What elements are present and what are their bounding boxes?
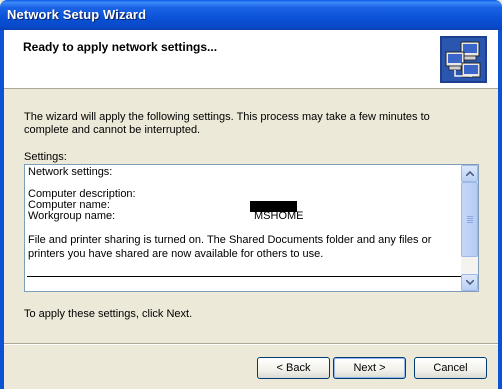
divider-line	[27, 276, 461, 277]
network-settings-label: Network settings:	[28, 166, 113, 178]
settings-textbox[interactable]: Network settings: Computer description: …	[24, 164, 479, 292]
workgroup-name-value: MSHOME	[254, 210, 304, 222]
chevron-down-icon	[466, 280, 474, 285]
scroll-thumb[interactable]	[461, 182, 478, 257]
vertical-scrollbar[interactable]	[461, 165, 478, 291]
window-frame-right	[498, 30, 502, 389]
wizard-header: Ready to apply network settings...	[4, 30, 498, 89]
footer-separator	[4, 343, 498, 345]
sharing-text: File and printer sharing is turned on. T…	[28, 234, 432, 260]
page-title: Ready to apply network settings...	[23, 40, 218, 54]
next-button[interactable]: Next >	[333, 357, 406, 379]
workgroup-name-label: Workgroup name:	[28, 210, 116, 222]
apply-hint-text: To apply these settings, click Next.	[24, 308, 193, 320]
wizard-body: The wizard will apply the following sett…	[4, 89, 498, 389]
settings-label: Settings:	[24, 151, 67, 163]
scroll-up-button[interactable]	[461, 165, 478, 182]
scroll-down-button[interactable]	[461, 274, 478, 291]
back-button[interactable]: < Back	[257, 357, 330, 379]
chevron-up-icon	[466, 171, 474, 176]
cancel-button[interactable]: Cancel	[414, 357, 487, 379]
description-text: The wizard will apply the following sett…	[24, 111, 430, 136]
network-computers-icon	[440, 36, 487, 83]
title-bar[interactable]: Network Setup Wizard	[0, 0, 502, 30]
window-title: Network Setup Wizard	[7, 7, 147, 22]
